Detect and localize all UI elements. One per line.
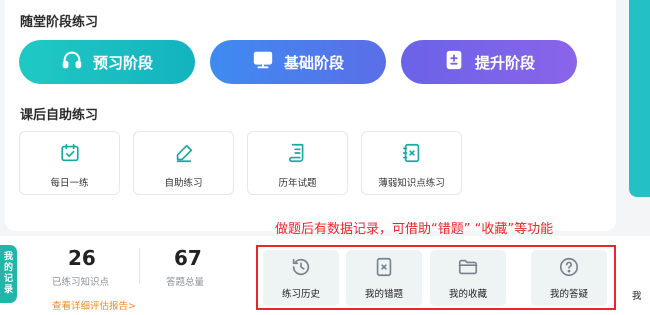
tile-past-exams[interactable]: 历年试题	[247, 131, 348, 195]
tile-label: 薄弱知识点练习	[378, 178, 445, 189]
total-answers-count: 67	[174, 246, 202, 270]
monitor-icon	[252, 49, 274, 75]
record-partial-item[interactable]: 我	[632, 288, 642, 302]
stat-divider	[139, 248, 140, 284]
headphones-icon	[61, 49, 83, 75]
practice-section-title: 随堂阶段练习	[20, 15, 99, 30]
tile-daily-practice[interactable]: 每日一练	[19, 131, 120, 195]
detailed-report-link[interactable]: 查看详细评估报告>	[52, 298, 136, 312]
stage-advanced-button[interactable]: 提升阶段	[401, 40, 577, 84]
tile-label: 历年试题	[278, 178, 317, 189]
tile-label: 每日一练	[50, 178, 89, 189]
practiced-points-count: 26	[68, 246, 96, 270]
stage-basic-button[interactable]: 基础阶段	[210, 40, 386, 84]
badge-icon	[443, 49, 465, 75]
feature-hint: 做题后有数据记录，可借助“错题” “收藏”等功能	[275, 222, 554, 237]
stage-preview-label: 预习阶段	[92, 53, 153, 72]
total-answers-label: 答题总量	[166, 277, 205, 288]
tile-weak-points[interactable]: 薄弱知识点练习	[361, 131, 462, 195]
stage-advanced-label: 提升阶段	[474, 53, 535, 72]
tile-self-practice[interactable]: 自助练习	[133, 131, 234, 195]
stage-basic-label: 基础阶段	[283, 53, 344, 72]
notebook-x-icon	[401, 142, 423, 164]
highlight-box	[256, 245, 616, 310]
scroll-icon	[287, 142, 309, 164]
side-banner[interactable]	[629, 0, 650, 197]
calendar-check-icon	[59, 142, 81, 164]
after-class-section-title: 课后自助练习	[20, 108, 99, 123]
tile-label: 自助练习	[164, 178, 203, 189]
my-records-tab[interactable]: 我的记录	[0, 245, 17, 303]
pencil-icon	[173, 142, 195, 164]
practiced-points-label: 已练习知识点	[52, 277, 110, 288]
stage-preview-button[interactable]: 预习阶段	[19, 40, 195, 84]
